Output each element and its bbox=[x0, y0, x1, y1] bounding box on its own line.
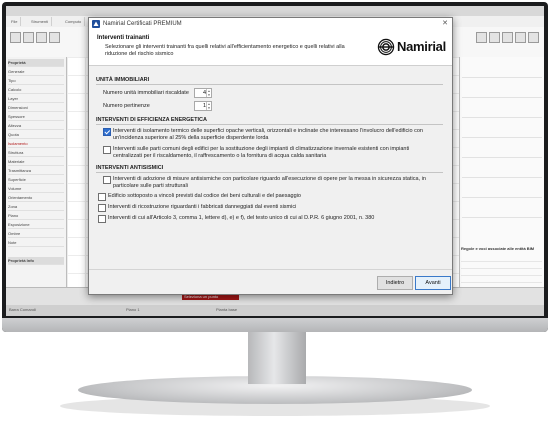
pertinenze-label: Numero pertinenze bbox=[103, 103, 150, 109]
panel-divider bbox=[462, 157, 542, 158]
chevron-down-icon[interactable]: ▼ bbox=[207, 93, 211, 97]
ribbon-tool-icon[interactable] bbox=[515, 32, 526, 43]
close-icon[interactable]: ✕ bbox=[442, 20, 448, 28]
ribbon-tab[interactable]: Strumenti bbox=[28, 17, 53, 26]
property-row[interactable]: Altezza bbox=[8, 122, 64, 130]
namirial-logo: Namirial bbox=[377, 38, 447, 56]
panel-divider bbox=[462, 97, 542, 98]
option-label: Interventi di isolamento termico delle s… bbox=[113, 128, 423, 141]
panel-divider bbox=[462, 117, 542, 118]
panel-divider bbox=[462, 77, 542, 78]
ribbon-tool-icon[interactable] bbox=[23, 32, 34, 43]
ribbon-tool-icon[interactable] bbox=[36, 32, 47, 43]
property-row[interactable]: Ombre bbox=[8, 230, 64, 238]
properties-panel-title: Proprietà bbox=[8, 59, 64, 67]
panel-divider bbox=[462, 137, 542, 138]
property-row[interactable]: Quota bbox=[8, 131, 64, 139]
property-row[interactable]: Spessore bbox=[8, 113, 64, 121]
option-label: Interventi di cui all'Articolo 3, comma … bbox=[108, 215, 375, 221]
monitor-frame: File Strumenti Computo Architettura Impi… bbox=[2, 2, 548, 332]
footer-divider bbox=[89, 269, 452, 270]
checkbox[interactable] bbox=[98, 193, 106, 201]
back-button[interactable]: Indietro bbox=[377, 276, 413, 290]
screen: File Strumenti Computo Architettura Impi… bbox=[6, 6, 544, 316]
bim-rule-row[interactable] bbox=[461, 277, 542, 283]
property-row[interactable]: Note bbox=[8, 239, 64, 247]
floor-selector[interactable]: Piano 1 bbox=[126, 307, 140, 312]
ribbon-tab[interactable]: File bbox=[8, 17, 22, 26]
bim-rule-row[interactable] bbox=[461, 270, 542, 276]
step-description: Selezionare gli interventi trainanti fra… bbox=[105, 44, 345, 57]
option-label: Interventi di adozione di misure antisis… bbox=[113, 176, 426, 189]
option-label: Interventi di ricostruzione riguardanti … bbox=[108, 204, 297, 210]
property-row[interactable]: Zona bbox=[8, 203, 64, 211]
panel-divider bbox=[462, 197, 542, 198]
dialog-titlebar[interactable]: Namirial Certificati PREMIUM ✕ bbox=[89, 18, 452, 32]
property-row[interactable]: Tipo bbox=[8, 77, 64, 85]
brand-name: Namirial bbox=[397, 39, 446, 54]
property-row[interactable]: Layer bbox=[8, 95, 64, 103]
section-efficienza-title: INTERVENTI DI EFFICIENZA ENERGETICA bbox=[96, 116, 443, 125]
bim-rule-row[interactable] bbox=[461, 256, 542, 262]
command-bar-label[interactable]: Barra Comandi bbox=[9, 307, 36, 312]
property-row[interactable]: Calcolo bbox=[8, 86, 64, 94]
unita-riscaldate-label: Numero unità immobiliari riscaldate bbox=[103, 90, 189, 96]
bim-rule-row[interactable] bbox=[461, 263, 542, 269]
stepper-buttons[interactable]: ▲ ▼ bbox=[206, 102, 211, 110]
properties-panel: Proprietà Generale Tipo Calcolo Layer Di… bbox=[6, 57, 67, 287]
property-row[interactable]: Esposizione bbox=[8, 221, 64, 229]
ribbon-tab[interactable]: Computo bbox=[62, 17, 86, 26]
property-row[interactable]: Struttura bbox=[8, 149, 64, 157]
panel-divider bbox=[462, 217, 542, 218]
step-title: Interventi trainanti bbox=[97, 35, 150, 41]
property-row[interactable]: Materiale bbox=[8, 158, 64, 166]
property-row[interactable]: Generale bbox=[8, 68, 64, 76]
checkbox[interactable] bbox=[103, 146, 111, 154]
ribbon-tool-icon[interactable] bbox=[489, 32, 500, 43]
right-panel bbox=[459, 57, 544, 287]
section-antisismici-title: INTERVENTI ANTISISMICI bbox=[96, 164, 443, 173]
command-bar: Barra Comandi Piano 1 Pianta base bbox=[6, 305, 544, 316]
property-row[interactable]: Proprietà Info bbox=[8, 257, 64, 265]
next-button[interactable]: Avanti bbox=[415, 276, 451, 290]
dialog-header: Interventi trainanti Selezionare gli int… bbox=[89, 31, 452, 66]
checkbox[interactable] bbox=[98, 215, 106, 223]
section-unita-title: UNITÀ IMMOBILIARI bbox=[96, 76, 443, 85]
dialog-title: Namirial Certificati PREMIUM bbox=[103, 21, 182, 27]
panel-divider bbox=[462, 177, 542, 178]
checkbox[interactable] bbox=[98, 204, 106, 212]
property-row[interactable]: Dimensioni bbox=[8, 104, 64, 112]
option-label: Interventi sulle parti comuni degli edif… bbox=[113, 146, 410, 159]
ribbon-tool-icon[interactable] bbox=[49, 32, 60, 43]
property-row[interactable]: Trasmittanza bbox=[8, 167, 64, 175]
interventi-trainanti-dialog: Namirial Certificati PREMIUM ✕ Intervent… bbox=[88, 17, 453, 295]
monitor-chin bbox=[2, 318, 548, 332]
ribbon-tool-icon[interactable] bbox=[502, 32, 513, 43]
pertinenze-stepper[interactable]: 1 ▲ ▼ bbox=[194, 101, 212, 111]
property-row[interactable]: Isolamento bbox=[8, 140, 64, 148]
property-row[interactable]: Piano bbox=[8, 212, 64, 220]
bim-rules-title: Regole e voci associate alle entità BIM bbox=[461, 246, 535, 251]
unita-riscaldate-stepper[interactable]: 4 ▲ ▼ bbox=[194, 88, 212, 98]
view-selector[interactable]: Pianta base bbox=[216, 307, 237, 312]
ribbon-tool-icon[interactable] bbox=[476, 32, 487, 43]
property-row[interactable]: Volume bbox=[8, 185, 64, 193]
namirial-logo-icon bbox=[377, 38, 395, 56]
property-row[interactable]: Orientamento bbox=[8, 194, 64, 202]
checkbox-checked[interactable] bbox=[103, 128, 111, 136]
checkbox[interactable] bbox=[103, 176, 111, 184]
option-label: Edificio sottoposto a vincoli previsti d… bbox=[108, 193, 301, 199]
app-logo-icon bbox=[92, 20, 100, 28]
ribbon-tool-icon[interactable] bbox=[528, 32, 539, 43]
chevron-down-icon[interactable]: ▼ bbox=[207, 106, 211, 110]
monitor-stand-neck bbox=[248, 332, 306, 384]
stepper-buttons[interactable]: ▲ ▼ bbox=[206, 89, 211, 97]
ribbon-tool-icon[interactable] bbox=[10, 32, 21, 43]
property-row[interactable]: Superficie bbox=[8, 176, 64, 184]
